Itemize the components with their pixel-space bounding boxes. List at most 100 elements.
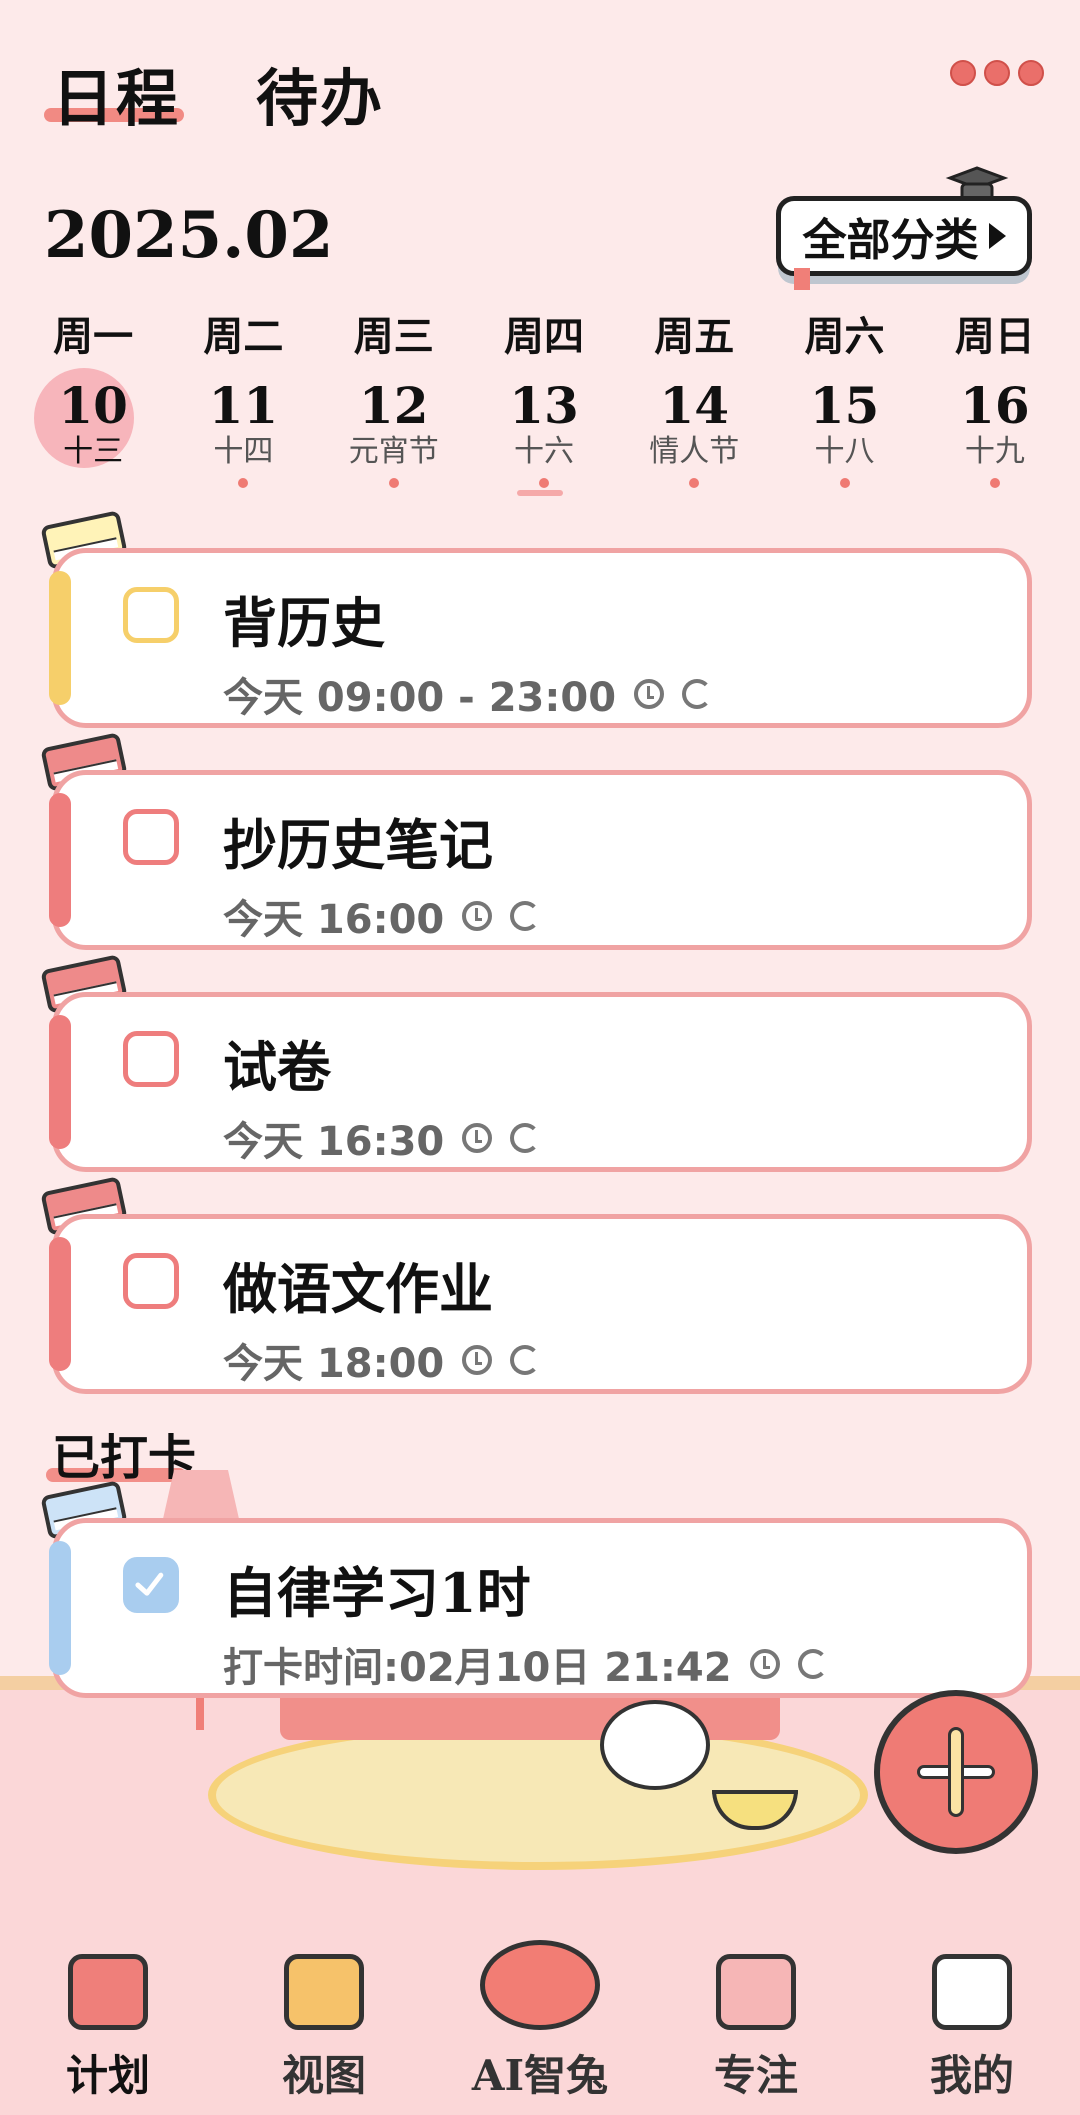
tab-todo[interactable]: 待办 xyxy=(256,48,384,138)
weekday-label: 周五 xyxy=(654,313,735,360)
all-categories-label: 全部分类 xyxy=(802,215,979,266)
task-time: 今天 09:00 - 23:00 xyxy=(223,675,617,721)
nav-label: 计划 xyxy=(65,2051,150,2100)
bunny-profile-icon xyxy=(932,1954,1012,2030)
nav-item-1[interactable]: 视图 xyxy=(216,1940,432,2115)
day-15[interactable]: 周六 15 十八 xyxy=(769,304,919,488)
task-card[interactable]: 自律学习1时打卡时间:02月10日 21:42 xyxy=(49,1518,1032,1698)
event-dot xyxy=(989,478,1000,488)
task-time: 今天 18:00 xyxy=(223,1341,445,1387)
focus-board-icon xyxy=(716,1954,796,2030)
weekday-label: 周一 xyxy=(53,313,134,360)
nav-item-2[interactable]: AI智兔 xyxy=(432,1940,648,2115)
event-dot xyxy=(388,478,399,488)
alarm-clock-icon xyxy=(634,679,665,709)
weekday-label: 周二 xyxy=(203,313,284,360)
alarm-clock-icon xyxy=(749,1649,780,1679)
checkmark-icon xyxy=(135,1572,164,1596)
task-title: 自律学习1时 xyxy=(223,1561,531,1625)
task-card[interactable]: 做语文作业今天 18:00 xyxy=(49,1214,1032,1394)
task-title: 背历史 xyxy=(223,591,385,655)
day-11[interactable]: 周二 11 十四 xyxy=(168,304,318,488)
task-checkbox[interactable] xyxy=(123,587,179,643)
task-checkbox[interactable] xyxy=(123,1253,179,1309)
date-number: 15 xyxy=(809,376,880,435)
lunar-label: 十九 xyxy=(964,434,1025,469)
pencil-shape xyxy=(948,1727,964,1817)
category-stripe xyxy=(49,1541,71,1675)
weekday-label: 周日 xyxy=(954,313,1035,360)
category-stripe xyxy=(49,571,71,705)
week-strip: 周一 10 十三 周二 11 十四 周三 12 元宵节 周四 13 十六 周五 14 情人节 周六 15 十八 周日… xyxy=(18,304,1070,488)
pencil-cup-icon xyxy=(284,1954,364,2030)
nav-label: 我的 xyxy=(929,2051,1014,2100)
category-stripe xyxy=(49,1237,71,1371)
more-dots-icon[interactable] xyxy=(950,60,1044,86)
task-card[interactable]: 背历史今天 09:00 - 23:00 xyxy=(49,548,1032,728)
date-number: 12 xyxy=(358,376,429,435)
nav-label: AI智兔 xyxy=(471,2051,609,2100)
nav-item-3[interactable]: 专注 xyxy=(648,1940,864,2115)
event-dot xyxy=(238,478,249,488)
nav-label: 专注 xyxy=(713,2051,798,2100)
nav-item-4[interactable]: 我的 xyxy=(864,1940,1080,2115)
task-meta: 今天 16:30 xyxy=(223,1109,541,1167)
task-meta: 打卡时间:02月10日 21:42 xyxy=(223,1635,828,1693)
lunar-label: 十三 xyxy=(63,434,124,469)
weekday-label: 周四 xyxy=(503,313,584,360)
task-card[interactable]: 试卷 今天 16:30 xyxy=(49,992,1032,1172)
weekday-label: 周三 xyxy=(353,313,434,360)
category-stripe xyxy=(49,793,71,927)
alarm-clock-icon xyxy=(462,1345,493,1375)
task-meta: 今天 16:00 xyxy=(223,887,541,945)
task-title: 抄历史笔记 xyxy=(223,813,493,877)
event-dot xyxy=(689,478,700,488)
alarm-clock-icon xyxy=(462,1123,493,1153)
day-16[interactable]: 周日 16 十九 xyxy=(920,304,1070,488)
repeat-icon xyxy=(797,1649,828,1679)
category-stripe xyxy=(49,1015,71,1149)
play-triangle-icon xyxy=(988,223,1006,249)
task-time: 今天 16:00 xyxy=(223,897,445,943)
task-time: 打卡时间:02月10日 21:42 xyxy=(223,1645,732,1691)
task-checkbox[interactable] xyxy=(123,1031,179,1087)
nav-item-0[interactable]: 计划 xyxy=(0,1940,216,2115)
date-number: 11 xyxy=(208,376,279,435)
week-scroll-indicator xyxy=(517,490,563,496)
repeat-icon xyxy=(510,1345,541,1375)
event-dot xyxy=(839,478,850,488)
lunar-label: 十八 xyxy=(814,434,875,469)
ai-bunny-icon xyxy=(480,1940,600,2030)
date-number: 16 xyxy=(960,376,1030,435)
month-label: 2025.02 xyxy=(44,198,334,273)
alarm-clock-icon xyxy=(462,901,493,931)
event-dot xyxy=(538,478,549,488)
bunny-illustration xyxy=(600,1700,710,1790)
lunar-label: 十六 xyxy=(513,434,574,469)
task-checkbox[interactable] xyxy=(123,809,179,865)
date-number: 13 xyxy=(509,376,579,435)
tab-schedule[interactable]: 日程 xyxy=(52,48,180,138)
day-10[interactable]: 周一 10 十三 xyxy=(18,304,168,488)
day-12[interactable]: 周三 12 元宵节 xyxy=(319,304,469,488)
bottom-nav: 计划 视图 AI智兔 专注 我的 xyxy=(0,1940,1080,2115)
add-task-button[interactable] xyxy=(874,1690,1038,1854)
day-13[interactable]: 周四 13 十六 xyxy=(469,304,619,488)
lunar-label: 元宵节 xyxy=(348,434,439,469)
task-card[interactable]: 抄历史笔记今天 16:00 xyxy=(49,770,1032,950)
date-number: 14 xyxy=(659,376,730,435)
task-title: 做语文作业 xyxy=(223,1257,493,1321)
planner-book-icon xyxy=(68,1954,148,2030)
all-categories-button[interactable]: 全部分类 xyxy=(776,196,1032,276)
repeat-icon xyxy=(510,1123,541,1153)
day-14[interactable]: 周五 14 情人节 xyxy=(619,304,769,488)
date-number: 10 xyxy=(58,376,128,435)
task-meta: 今天 18:00 xyxy=(223,1331,541,1389)
task-checkbox[interactable] xyxy=(123,1557,179,1613)
repeat-icon xyxy=(682,679,713,709)
task-time: 今天 16:30 xyxy=(223,1119,445,1165)
lunar-label: 十四 xyxy=(213,434,274,469)
task-meta: 今天 09:00 - 23:00 xyxy=(223,665,713,723)
repeat-icon xyxy=(510,901,541,931)
lunar-label: 情人节 xyxy=(649,434,740,469)
